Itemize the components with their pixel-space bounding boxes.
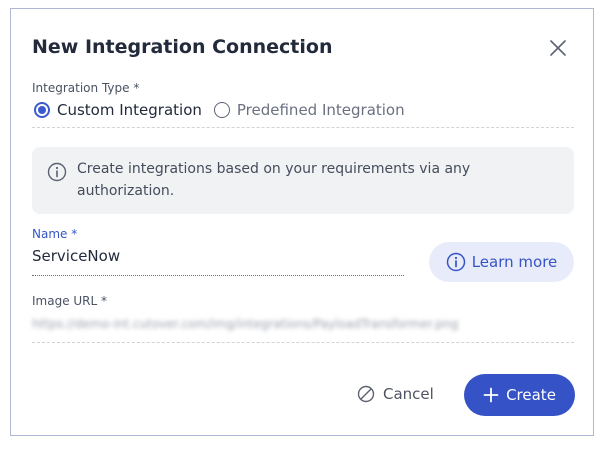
- create-label: Create: [506, 386, 556, 404]
- learn-more-button[interactable]: Learn more: [429, 242, 574, 282]
- learn-more-label: Learn more: [471, 253, 558, 271]
- cancel-button[interactable]: Cancel: [357, 385, 434, 403]
- image-url-underline: [32, 342, 574, 343]
- close-button[interactable]: [549, 39, 567, 57]
- name-input-underline: [32, 275, 404, 276]
- radio-predefined-integration[interactable]: Predefined Integration: [213, 101, 405, 119]
- radio-custom-integration-label: Custom Integration: [57, 101, 202, 119]
- info-icon: [47, 162, 67, 182]
- cancel-icon: [357, 385, 375, 403]
- image-url-input[interactable]: https://demo-int.cutover.com/img/integra…: [32, 317, 458, 331]
- plus-icon: [483, 387, 499, 403]
- new-integration-dialog: New Integration Connection Integration T…: [11, 9, 593, 435]
- integration-type-radio-group: Custom Integration Predefined Integratio…: [34, 101, 417, 119]
- integration-type-label: Integration Type *: [32, 81, 140, 95]
- radio-predefined-integration-label: Predefined Integration: [236, 101, 405, 119]
- info-text: Create integrations based on your requir…: [77, 161, 471, 199]
- cancel-label: Cancel: [383, 385, 434, 403]
- name-label: Name *: [32, 227, 78, 241]
- dialog-title: New Integration Connection: [32, 36, 333, 58]
- info-box: Create integrations based on your requir…: [32, 147, 574, 214]
- divider: [32, 127, 574, 128]
- radio-unselected-indicator: [213, 102, 230, 118]
- image-url-label: Image URL *: [32, 294, 108, 308]
- name-input[interactable]: ServiceNow: [32, 247, 120, 265]
- dialog-frame: New Integration Connection Integration T…: [10, 8, 594, 436]
- radio-custom-integration[interactable]: Custom Integration: [34, 101, 202, 119]
- radio-selected-indicator: [34, 102, 50, 118]
- close-icon: [550, 40, 566, 56]
- info-icon: [446, 252, 465, 272]
- create-button[interactable]: Create: [464, 374, 575, 416]
